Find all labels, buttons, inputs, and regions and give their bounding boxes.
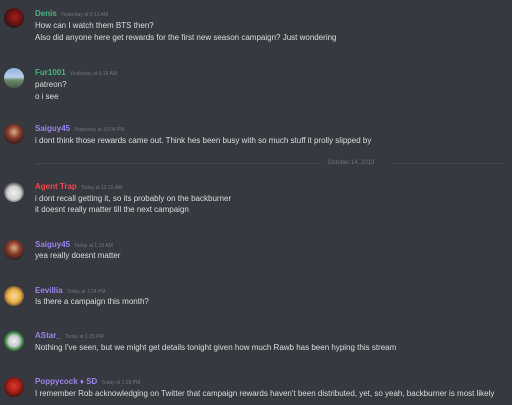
message-text: Is there a campaign this month? xyxy=(35,297,149,306)
author-name[interactable]: Eevillia xyxy=(35,286,63,295)
date-divider-label: October 14, 2019 xyxy=(328,160,375,166)
message-text: o i see xyxy=(35,92,59,101)
message-header: Saiguy45 Yesterday at 10:04 PM xyxy=(35,124,125,135)
message-header: Agent Trap Today at 12:15 AM xyxy=(35,182,122,193)
message-text: I remember Rob acknowledging on Twitter … xyxy=(35,389,495,398)
message-timestamp: Today at 1:25 PM xyxy=(64,334,104,340)
message-header: Saiguy45 Today at 1:15 AM xyxy=(35,240,113,251)
author-name[interactable]: Poppycock ♦ SD xyxy=(35,377,97,386)
author-name[interactable]: Denis xyxy=(35,9,57,18)
author-name[interactable]: Agent Trap xyxy=(35,182,77,191)
white-creature-avatar-icon[interactable] xyxy=(4,182,24,202)
message-text: it doesnt really matter till the next ca… xyxy=(35,205,189,214)
author-name[interactable]: Saiguy45 xyxy=(35,240,70,249)
message-text: How can I watch them BTS then? xyxy=(35,21,154,30)
character-avatar-icon[interactable] xyxy=(4,124,24,144)
red-creature-avatar-icon[interactable] xyxy=(4,377,24,397)
author-name[interactable]: Fur1001 xyxy=(35,68,66,77)
chat-message-list: Denis Yesterday at 6:13 AM How can I watc… xyxy=(0,0,512,405)
landscape-avatar-icon[interactable] xyxy=(4,68,24,88)
message-timestamp: Today at 1:24 PM xyxy=(66,289,106,295)
message-text: i dont think those rewards came out. Thi… xyxy=(35,136,372,145)
message-timestamp: Today at 12:15 AM xyxy=(80,185,123,191)
divider-line xyxy=(35,163,322,164)
message-text: Nothing I've seen, but we might get deta… xyxy=(35,343,397,352)
message-header: AStar_ Today at 1:25 PM xyxy=(35,331,104,342)
message-text: patreon? xyxy=(35,80,67,89)
clown-avatar-icon[interactable] xyxy=(4,331,24,351)
divider-line xyxy=(392,163,504,164)
author-name[interactable]: Saiguy45 xyxy=(35,124,70,133)
character-avatar-icon[interactable] xyxy=(4,240,24,260)
date-divider: October 14, 2019 xyxy=(0,158,512,168)
author-name[interactable]: AStar_ xyxy=(35,331,61,340)
blonde-character-avatar-icon[interactable] xyxy=(4,286,24,306)
message-timestamp: Today at 1:28 PM xyxy=(101,380,141,386)
message-text: Also did anyone here get rewards for the… xyxy=(35,33,337,42)
message-text: yea really doesnt matter xyxy=(35,251,121,260)
message-text: i dont recall getting it, so its probabl… xyxy=(35,194,232,203)
message-timestamp: Today at 1:15 AM xyxy=(74,243,113,249)
message-header: Eevillia Today at 1:24 PM xyxy=(35,286,106,297)
dark-red-avatar-icon[interactable] xyxy=(4,8,24,28)
message-header: Denis Yesterday at 6:13 AM xyxy=(35,9,108,20)
message-header: Fur1001 Yesterday at 6:16 AM xyxy=(35,68,117,79)
message-timestamp: Yesterday at 6:13 AM xyxy=(60,12,109,18)
message-timestamp: Yesterday at 10:04 PM xyxy=(74,127,125,133)
message-timestamp: Yesterday at 6:16 AM xyxy=(69,71,118,77)
message-header: Poppycock ♦ SD Today at 1:28 PM xyxy=(35,377,140,388)
